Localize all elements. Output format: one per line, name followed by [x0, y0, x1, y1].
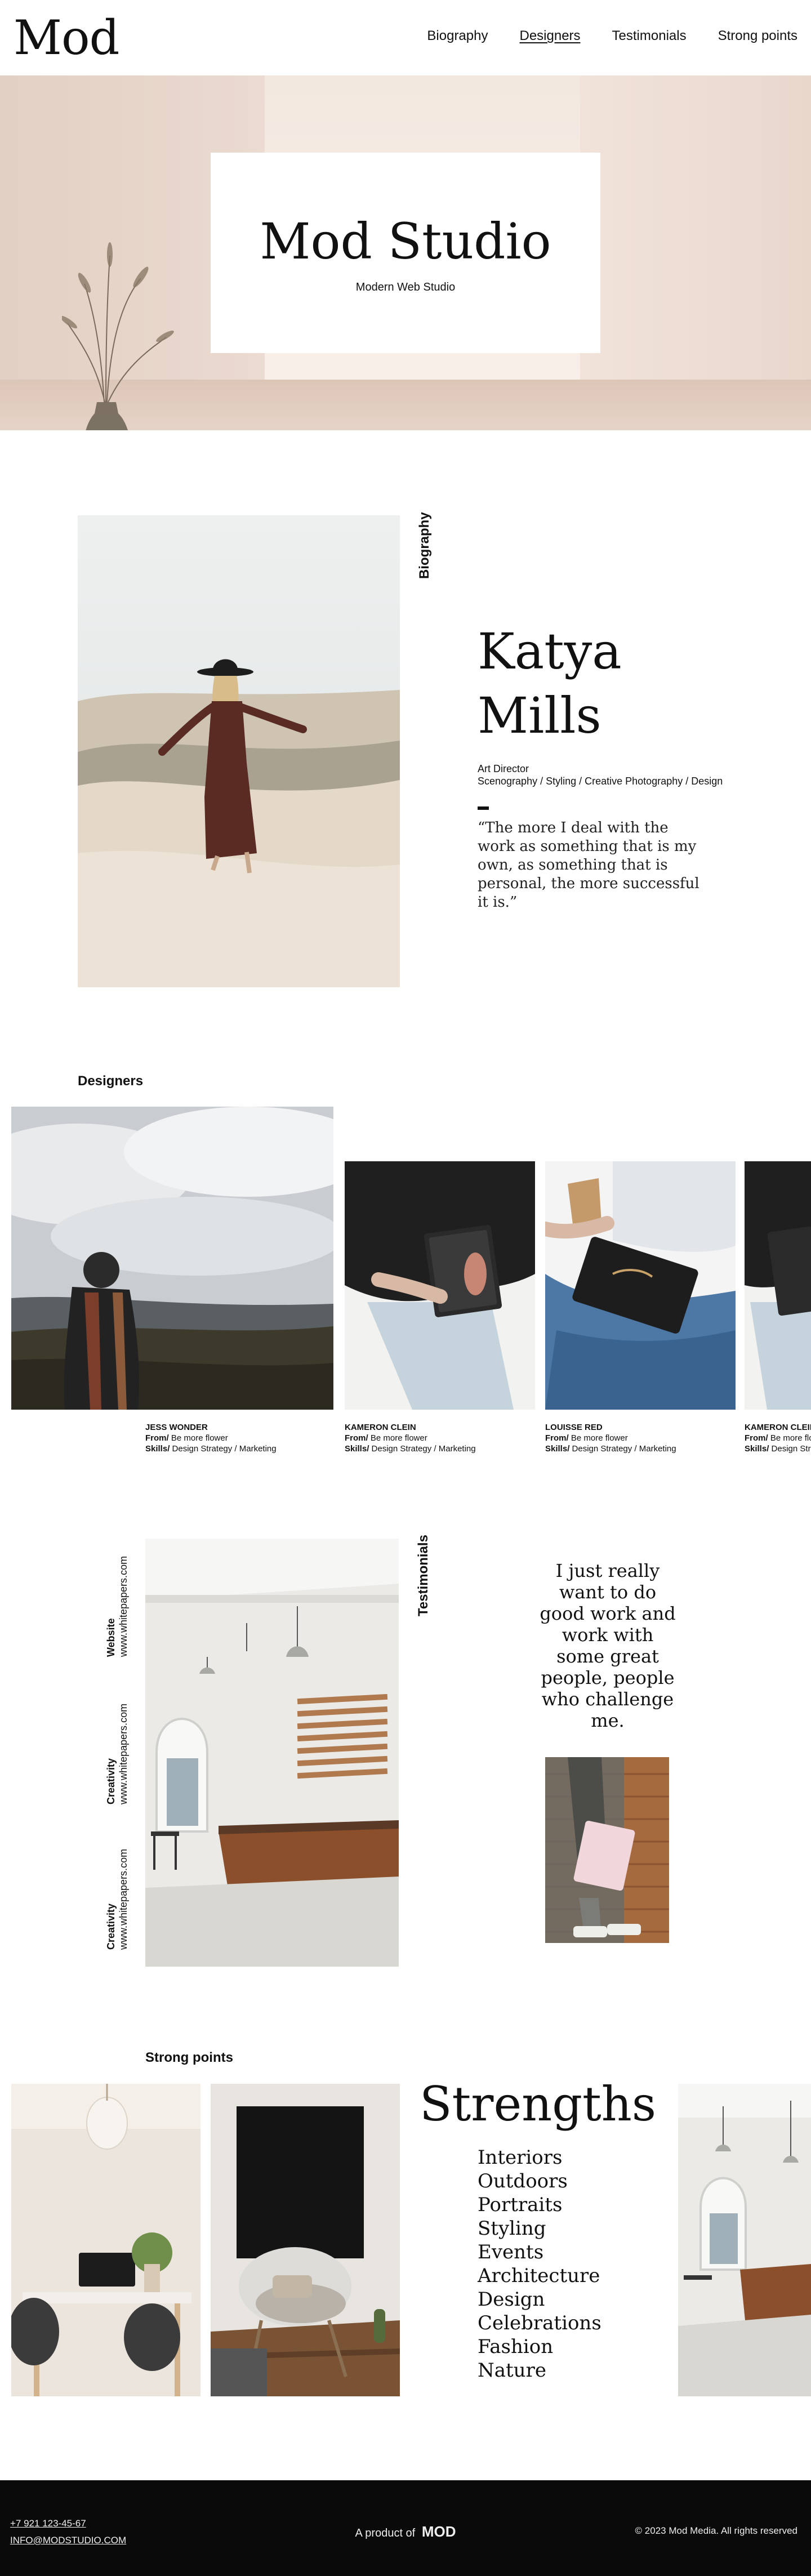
side-info-title: Website [105, 1618, 117, 1657]
site-footer: +7 921 123-45-67 INFO@MODSTUDIO.COM A pr… [0, 2480, 811, 2576]
designer-skills: Skills/ Design Strategy / Marketing [345, 1444, 476, 1454]
hero-section: Mod Studio Modern Web Studio [0, 75, 811, 430]
designers-label: Designers [78, 1073, 144, 1089]
designer-from: From/ Be more flower [745, 1433, 811, 1443]
footer-copyright: © 2023 Mod Media. All rights reserved [635, 2525, 797, 2536]
site-header: Mod Biography Designers Testimonials Str… [0, 0, 811, 75]
strength-item: Architecture [478, 2265, 600, 2287]
nav-designers[interactable]: Designers [519, 28, 580, 44]
site-logo[interactable]: Mod [14, 12, 119, 63]
strength-item: Interiors [478, 2146, 563, 2169]
designer-photo-1[interactable] [11, 1107, 333, 1410]
biography-quote: “The more I deal with the work as someth… [478, 819, 699, 911]
designer-caption-2: Kameron Clein From/ Be more flower Skill… [345, 1422, 476, 1454]
designer-name: Kameron Clein [345, 1423, 416, 1432]
strengths-list: Interiors Outdoors Portraits Styling Eve… [478, 2146, 601, 2382]
biography-skills: Scenography / Styling / Creative Photogr… [478, 776, 723, 787]
testimonial-quote: I just really want to do good work and w… [540, 1560, 676, 1731]
strength-item: Events [478, 2241, 544, 2263]
designer-photo-3[interactable] [545, 1161, 736, 1410]
designer-photo-4[interactable] [745, 1161, 811, 1410]
biography-role-block: Art Director Scenography / Styling / Cre… [478, 763, 723, 787]
strong-photo-chair [211, 2084, 400, 2396]
quote-dash [478, 806, 489, 810]
side-info-value[interactable]: www.whitepapers.com [118, 1556, 129, 1657]
strengths-title: Strengths [420, 2076, 656, 2132]
hero-card: Mod Studio Modern Web Studio [211, 153, 600, 353]
nav-strong-points[interactable]: Strong points [718, 28, 797, 44]
testimonials-label: Testimonials [416, 1535, 431, 1616]
testimonials-interior-photo [145, 1539, 399, 1967]
side-info-creativity-1: Creativity www.whitepapers.com [105, 1704, 130, 1804]
footer-brand[interactable]: MOD [422, 2523, 456, 2540]
side-info-creativity-2: Creativity www.whitepapers.com [105, 1849, 130, 1950]
strength-item: Styling [478, 2217, 546, 2240]
strong-points-label: Strong points [145, 2050, 233, 2065]
strength-item: Nature [478, 2359, 546, 2382]
side-info-website: Website www.whitepapers.com [105, 1556, 130, 1657]
designer-photo-2[interactable] [345, 1161, 535, 1410]
hero-title: Mod Studio [260, 212, 551, 270]
strength-item: Fashion [478, 2336, 554, 2358]
strength-item: Portraits [478, 2194, 563, 2216]
biography-last-name: Mills [478, 687, 601, 745]
strong-photo-interior [678, 2084, 811, 2396]
side-info-title: Creativity [105, 1903, 117, 1950]
nav-testimonials[interactable]: Testimonials [612, 28, 687, 44]
footer-product-prefix: A product of [355, 2527, 416, 2539]
main-nav: Biography Designers Testimonials Strong … [427, 28, 797, 44]
biography-photo [78, 515, 400, 987]
hero-subtitle: Modern Web Studio [355, 281, 456, 293]
designer-from: From/ Be more flower [545, 1433, 628, 1443]
designer-caption-4: Kameron Clein From/ Be more flower Skill… [745, 1422, 811, 1454]
testimonial-photo [545, 1757, 669, 1943]
designer-skills: Skills/ Design Strategy / Marketing [145, 1444, 277, 1454]
vase-illustration [62, 242, 174, 430]
designer-name: Louisse Red [545, 1423, 603, 1432]
side-info-value[interactable]: www.whitepapers.com [118, 1704, 129, 1804]
biography-role: Art Director [478, 763, 529, 774]
biography-name: Katya Mills [478, 620, 622, 748]
strength-item: Celebrations [478, 2312, 601, 2334]
designer-from: From/ Be more flower [345, 1433, 427, 1443]
designer-name: Jess Wonder [145, 1423, 208, 1432]
strength-item: Design [478, 2288, 545, 2311]
biography-label: Biography [417, 512, 432, 579]
designer-name: Kameron Clein [745, 1423, 811, 1432]
nav-biography[interactable]: Biography [427, 28, 488, 44]
biography-first-name: Katya [478, 622, 622, 680]
designer-skills: Skills/ Design Strategy / Marketing [745, 1444, 811, 1454]
designer-caption-1: Jess Wonder From/ Be more flower Skills/… [145, 1422, 277, 1454]
designer-skills: Skills/ Design Strategy / Marketing [545, 1444, 676, 1454]
strength-item: Outdoors [478, 2170, 568, 2192]
designer-caption-3: Louisse Red From/ Be more flower Skills/… [545, 1422, 676, 1454]
designer-from: From/ Be more flower [145, 1433, 228, 1443]
side-info-title: Creativity [105, 1758, 117, 1804]
strong-photo-desk [11, 2084, 200, 2396]
side-info-value[interactable]: www.whitepapers.com [118, 1849, 129, 1950]
